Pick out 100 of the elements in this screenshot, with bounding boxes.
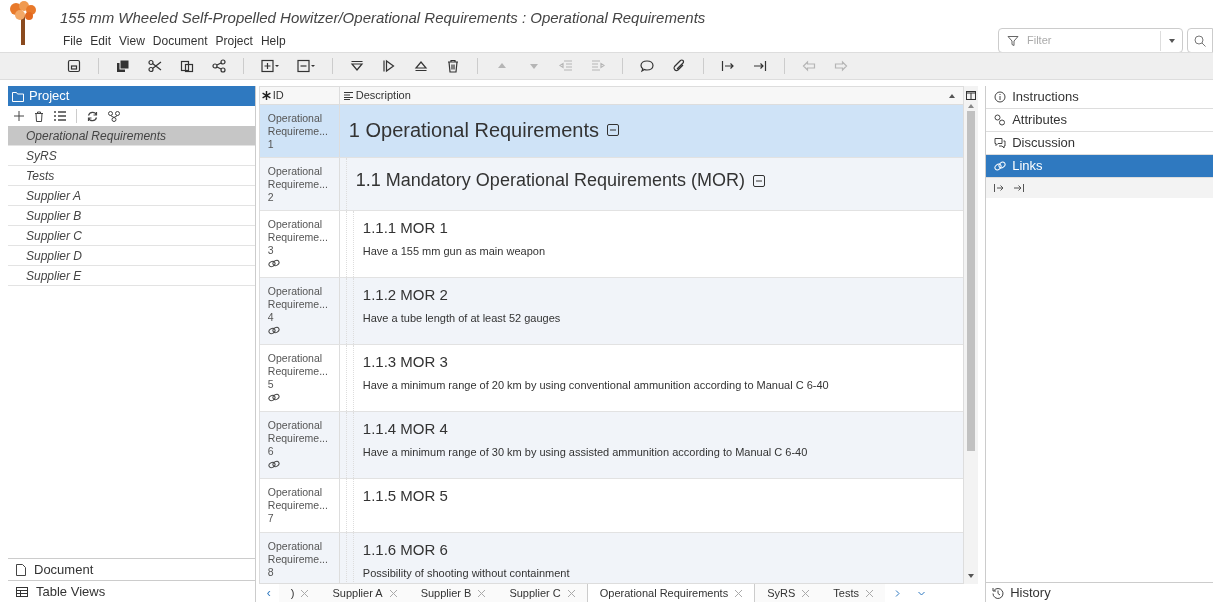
folder-icon <box>12 90 24 102</box>
requirement-title: 1.1.2 MOR 2 <box>362 286 449 304</box>
scroll-up-arrow-icon[interactable] <box>968 104 975 108</box>
menu-item[interactable]: Project <box>212 31 256 51</box>
id-text: Operational Requireme... <box>267 419 329 445</box>
document-list-item[interactable]: Operational Requirements <box>8 126 255 146</box>
document-tab[interactable]: Operational Requirements <box>586 584 756 602</box>
requirement-title: 1.1.5 MOR 5 <box>362 487 448 505</box>
requirement-text: Possibility of shooting without containment <box>362 566 570 581</box>
id-number: 4 <box>267 311 275 324</box>
requirement-title: 1.1.6 MOR 6 <box>362 541 449 559</box>
requirement-title: 1.1.1 MOR 1 <box>362 219 449 237</box>
asterisk-icon <box>261 91 271 100</box>
link-in-icon[interactable] <box>994 184 1005 192</box>
paperclip-icon[interactable] <box>672 59 686 73</box>
add-dropdown-icon[interactable] <box>261 59 279 73</box>
menu-item[interactable]: Help <box>257 31 289 51</box>
panel-title[interactable]: History <box>1010 582 1051 602</box>
table-row[interactable]: Operational Requireme... 1 1 Operational Requirements <box>259 105 964 158</box>
id-text: Operational Requireme... <box>267 540 329 566</box>
table-row[interactable]: Operational Requireme... 6 1.1.4 MOR 4 Have a minimum range of 30 km by using assisted ammunition according to Manual C 6-40 <box>259 412 964 479</box>
column-header[interactable]: ID <box>261 87 284 104</box>
share-icon[interactable] <box>212 59 226 73</box>
requirement-text: Have a minimum range of 20 km by using conventional ammunition according to Manual C 6-40 <box>362 378 829 393</box>
table-row[interactable]: Operational Requireme... 7 1.1.5 MOR 5 <box>259 479 964 533</box>
list-icon[interactable] <box>54 111 66 121</box>
table-row[interactable]: Operational Requireme... 4 1.1.2 MOR 2 Have a tube length of at least 52 gauges <box>259 278 964 345</box>
link-icon[interactable] <box>267 460 280 469</box>
link-end-icon[interactable] <box>753 59 767 73</box>
trash-icon[interactable] <box>446 59 460 73</box>
copy-icon[interactable] <box>116 59 130 73</box>
search-icon <box>1194 34 1206 47</box>
table-row[interactable]: Operational Requireme... 5 1.1.3 MOR 3 Have a minimum range of 20 km by using conventional ammunition according to Manual C 6-40 <box>259 345 964 412</box>
panel-title[interactable]: Document <box>34 559 94 580</box>
collapse-icon[interactable] <box>606 124 619 136</box>
tree-logo <box>10 1 36 45</box>
scroll-left-button[interactable]: ‹ <box>258 584 279 602</box>
insert-above-icon[interactable] <box>414 59 428 73</box>
id-text: Operational Requireme... <box>267 218 329 244</box>
id-text: Operational Requireme... <box>267 165 329 191</box>
dropdown-caret-icon[interactable] <box>1168 38 1175 43</box>
speech-bubble-icon[interactable] <box>640 59 654 73</box>
link-icon[interactable] <box>267 326 280 335</box>
attributes-icon <box>994 114 1007 126</box>
link-icon[interactable] <box>267 259 280 268</box>
project-panel-title: Project <box>29 87 70 106</box>
insert-child-icon[interactable] <box>382 59 396 73</box>
id-number: 8 <box>267 566 275 579</box>
document-tab[interactable]: ) <box>278 584 321 602</box>
filter-field[interactable]: Filter <box>998 28 1183 53</box>
id-number: 6 <box>267 445 275 458</box>
trash-icon[interactable] <box>34 110 44 122</box>
link-icon[interactable] <box>267 393 280 402</box>
sort-ascending-icon[interactable] <box>949 93 956 98</box>
requirement-title: 1.1.3 MOR 3 <box>362 353 449 371</box>
requirement-text: Have a tube length of at least 52 gauges <box>362 311 561 326</box>
plus-icon[interactable] <box>14 111 24 121</box>
panel-title[interactable]: Table Views <box>36 581 106 602</box>
table-row[interactable]: Operational Requireme... 2 1.1 Mandatory Operational Requirements (MOR) <box>259 158 964 211</box>
filter-icon <box>1007 34 1019 47</box>
refresh-icon[interactable] <box>87 110 98 122</box>
scroll-down-arrow-icon[interactable] <box>968 574 975 578</box>
id-text: Operational Requireme... <box>267 285 329 311</box>
id-text: Operational Requireme... <box>267 112 329 138</box>
discussion-icon <box>994 137 1007 149</box>
id-number: 3 <box>267 244 275 257</box>
table-row[interactable]: Operational Requireme... 8 1.1.6 MOR 6 Possibility of shooting without containment <box>259 533 964 583</box>
menu-item[interactable]: Edit <box>87 31 115 51</box>
panel-tab[interactable]: Links <box>986 155 1213 178</box>
id-number: 1 <box>267 138 275 151</box>
text-align-icon <box>343 91 353 100</box>
id-number: 5 <box>267 378 275 391</box>
save-icon[interactable] <box>67 59 81 73</box>
requirement-text: Have a minimum range of 30 km by using assisted ammunition according to Manual C 6-40 <box>362 445 808 460</box>
insert-below-icon[interactable] <box>350 59 364 73</box>
document-tab[interactable]: Tests <box>821 584 885 602</box>
info-icon <box>994 91 1007 103</box>
document-tab[interactable]: SyRS <box>755 584 822 602</box>
requirement-text: Have a 155 mm gun as main weapon <box>362 244 545 259</box>
column-header[interactable]: Description <box>343 87 411 104</box>
document-tab[interactable]: Supplier C <box>497 584 587 602</box>
remove-dropdown-icon[interactable] <box>297 59 315 73</box>
history-icon[interactable] <box>992 586 1005 599</box>
columns-icon[interactable] <box>966 91 977 100</box>
link-end-icon[interactable] <box>1014 184 1025 192</box>
document-tab[interactable]: Supplier B <box>408 584 498 602</box>
id-number: 2 <box>267 191 275 204</box>
filter-input: Filter <box>1027 32 1147 49</box>
table-row[interactable]: Operational Requireme... 3 1.1.1 MOR 1 Have a 155 mm gun as main weapon <box>259 211 964 278</box>
collapse-icon[interactable] <box>752 174 765 187</box>
menu-item[interactable]: File <box>60 31 86 51</box>
menu-item[interactable]: View <box>116 31 148 51</box>
id-number: 7 <box>267 512 275 525</box>
link-in-icon[interactable] <box>721 59 735 73</box>
paste-icon[interactable] <box>180 59 194 73</box>
scissors-icon[interactable] <box>148 59 162 73</box>
document-tab[interactable]: Supplier A <box>320 584 409 602</box>
hierarchy-icon[interactable] <box>108 110 120 122</box>
scrollbar-thumb[interactable] <box>967 111 976 451</box>
menu-item[interactable]: Document <box>149 31 211 51</box>
